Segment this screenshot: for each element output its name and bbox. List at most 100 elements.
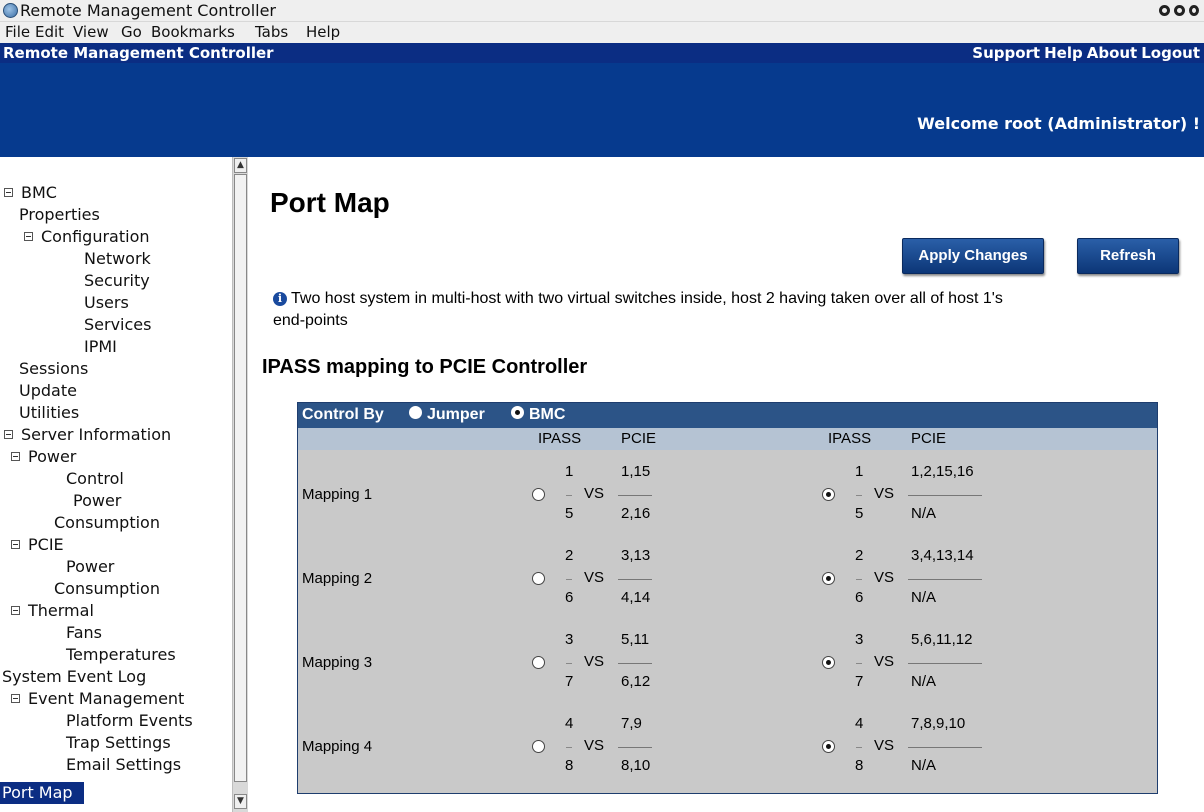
scroll-thumb[interactable] bbox=[234, 174, 247, 782]
app-title: Remote Management Controller bbox=[3, 44, 274, 62]
bmc-radio[interactable] bbox=[511, 406, 524, 419]
tree-pcie-consumption-line2[interactable]: Consumption bbox=[54, 578, 160, 600]
tree-power-control[interactable]: Control bbox=[66, 468, 124, 490]
ipass-top: 3 bbox=[565, 631, 574, 648]
tree-port-map[interactable]: Port Map bbox=[0, 782, 84, 804]
tree-update[interactable]: Update bbox=[19, 380, 77, 402]
tree-network[interactable]: Network bbox=[84, 248, 151, 270]
tree-trap-settings[interactable]: Trap Settings bbox=[66, 732, 171, 754]
tree-power-consumption-line2[interactable]: Consumption bbox=[54, 512, 160, 534]
pcie-bottom: N/A bbox=[911, 757, 937, 774]
window-title: Remote Management Controller bbox=[20, 1, 277, 20]
about-link[interactable]: About bbox=[1087, 44, 1138, 62]
support-link[interactable]: Support bbox=[972, 44, 1040, 62]
pcie-top: 5,11 bbox=[621, 631, 650, 648]
collapse-icon[interactable] bbox=[11, 452, 20, 461]
tree-properties[interactable]: Properties bbox=[19, 204, 100, 226]
ipass-top: 2 bbox=[855, 547, 864, 564]
pcie-bottom: 4,14 bbox=[621, 589, 651, 606]
tree-bmc[interactable]: BMC bbox=[4, 182, 57, 204]
mapping-label: Mapping 1 bbox=[302, 486, 373, 503]
mapping-radio-left[interactable] bbox=[532, 488, 545, 501]
menu-tabs[interactable]: Tabs bbox=[255, 23, 288, 41]
mapping-radio-left[interactable] bbox=[532, 656, 545, 669]
tree-pcie-consumption-line1[interactable]: Power bbox=[66, 556, 114, 578]
tree-power[interactable]: Power bbox=[11, 446, 76, 468]
collapse-icon[interactable] bbox=[11, 540, 20, 549]
tree-users[interactable]: Users bbox=[84, 292, 129, 314]
pcie-divider bbox=[908, 747, 982, 748]
tree-sessions[interactable]: Sessions bbox=[19, 358, 88, 380]
tree-scrollbar[interactable]: ▲ ▼ bbox=[232, 157, 248, 812]
tree-system-event-log[interactable]: System Event Log bbox=[2, 666, 146, 688]
vs-label: VS bbox=[874, 569, 895, 586]
help-link[interactable]: Help bbox=[1044, 44, 1083, 62]
ipass-divider bbox=[856, 747, 862, 748]
apply-changes-button[interactable]: Apply Changes bbox=[902, 238, 1044, 274]
mapping-table: Control By Jumper BMC IPASS PCIE IPASS P… bbox=[297, 402, 1158, 794]
ipass-bottom: 7 bbox=[565, 673, 574, 690]
menu-file[interactable]: File bbox=[5, 23, 30, 41]
tree-server-information[interactable]: Server Information bbox=[4, 424, 171, 446]
tree-configuration[interactable]: Configuration bbox=[24, 226, 150, 248]
collapse-icon[interactable] bbox=[24, 232, 33, 241]
jumper-radio[interactable] bbox=[409, 406, 422, 419]
minimize-icon[interactable] bbox=[1159, 5, 1170, 16]
collapse-icon[interactable] bbox=[11, 694, 20, 703]
tree-security[interactable]: Security bbox=[84, 270, 150, 292]
mapping-row: Mapping 3 3 7 VS 5,11 6,12 3 7 VS 5,6,11,12 N/A bbox=[298, 618, 1157, 702]
menu-edit[interactable]: Edit bbox=[35, 23, 64, 41]
tree-event-management[interactable]: Event Management bbox=[11, 688, 184, 710]
menu-help[interactable]: Help bbox=[306, 23, 340, 41]
tree-thermal[interactable]: Thermal bbox=[11, 600, 94, 622]
collapse-icon[interactable] bbox=[11, 606, 20, 615]
collapse-icon[interactable] bbox=[4, 430, 13, 439]
col-pcie-right: PCIE bbox=[911, 430, 947, 447]
tree-ipmi[interactable]: IPMI bbox=[84, 336, 117, 358]
table-header: Control By Jumper BMC bbox=[298, 403, 1157, 428]
mapping-row: Mapping 1 1 5 VS 1,15 2,16 1 5 VS 1,2,15,16 N/A bbox=[298, 450, 1157, 534]
mapping-radio-right[interactable] bbox=[822, 656, 835, 669]
mapping-radio-right[interactable] bbox=[822, 488, 835, 501]
info-message: i Two host system in multi-host with two … bbox=[273, 288, 1153, 332]
pcie-divider bbox=[908, 495, 982, 496]
ipass-divider bbox=[856, 495, 862, 496]
menu-go[interactable]: Go bbox=[121, 23, 142, 41]
tree-utilities[interactable]: Utilities bbox=[19, 402, 79, 424]
tree-pcie[interactable]: PCIE bbox=[11, 534, 64, 556]
tree-power-consumption-line1[interactable]: Power bbox=[73, 490, 121, 512]
ipass-top: 2 bbox=[565, 547, 574, 564]
tree-fans[interactable]: Fans bbox=[66, 622, 102, 644]
pcie-divider bbox=[908, 663, 982, 664]
vs-label: VS bbox=[584, 485, 605, 502]
menu-view[interactable]: View bbox=[73, 23, 109, 41]
scroll-up-icon[interactable]: ▲ bbox=[234, 158, 247, 173]
tree-services[interactable]: Services bbox=[84, 314, 151, 336]
mapping-label: Mapping 2 bbox=[302, 570, 373, 587]
mapping-radio-right[interactable] bbox=[822, 572, 835, 585]
close-icon[interactable] bbox=[1189, 5, 1199, 16]
tree-platform-events[interactable]: Platform Events bbox=[66, 710, 193, 732]
vs-label: VS bbox=[584, 737, 605, 754]
mapping-radio-left[interactable] bbox=[532, 572, 545, 585]
app-icon bbox=[3, 3, 18, 18]
pcie-top: 7,9 bbox=[621, 715, 642, 732]
table-subheader: IPASS PCIE IPASS PCIE bbox=[298, 428, 1157, 450]
mapping-radio-left[interactable] bbox=[532, 740, 545, 753]
ipass-divider bbox=[566, 579, 572, 580]
mapping-radio-right[interactable] bbox=[822, 740, 835, 753]
collapse-icon[interactable] bbox=[4, 188, 13, 197]
menu-bar: File Edit View Go Bookmarks Tabs Help bbox=[0, 22, 1204, 43]
vs-label: VS bbox=[874, 485, 895, 502]
page-title: Port Map bbox=[270, 187, 390, 218]
top-links: Support Help About Logout bbox=[968, 44, 1200, 62]
logout-link[interactable]: Logout bbox=[1141, 44, 1200, 62]
tree-email-settings[interactable]: Email Settings bbox=[66, 754, 181, 776]
tree-temperatures[interactable]: Temperatures bbox=[66, 644, 176, 666]
menu-bookmarks[interactable]: Bookmarks bbox=[151, 23, 235, 41]
pcie-bottom: N/A bbox=[911, 505, 937, 522]
scroll-down-icon[interactable]: ▼ bbox=[234, 794, 247, 809]
maximize-icon[interactable] bbox=[1174, 5, 1185, 16]
section-title: IPASS mapping to PCIE Controller bbox=[262, 356, 588, 378]
refresh-button[interactable]: Refresh bbox=[1077, 238, 1179, 274]
